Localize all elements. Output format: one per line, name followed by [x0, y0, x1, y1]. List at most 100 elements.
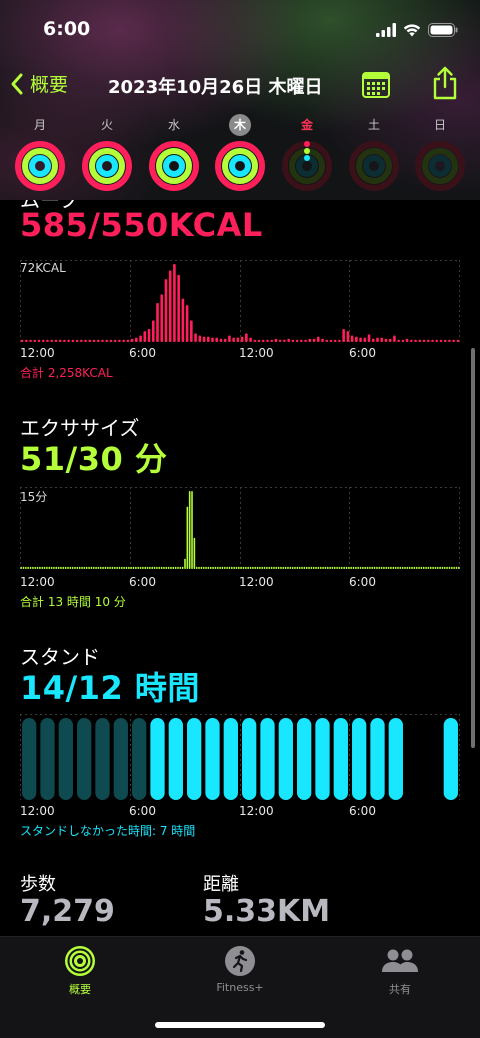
- chart-bar: [317, 566, 320, 569]
- x-tick: 12:00: [20, 804, 55, 818]
- steps-value: 7,279: [20, 894, 115, 929]
- day-sunday[interactable]: 日: [413, 114, 467, 192]
- chart-bar: [310, 566, 313, 569]
- tab-sharing[interactable]: 共有: [340, 945, 460, 997]
- chart-bar: [369, 566, 371, 569]
- activity-rings-icon: [349, 141, 399, 191]
- chart-bar: [300, 339, 303, 342]
- chart-bar: [121, 566, 123, 569]
- tab-summary[interactable]: 概要: [20, 945, 140, 997]
- day-label: 日: [433, 118, 446, 132]
- scrollbar[interactable]: [471, 348, 475, 748]
- chart-bar: [232, 337, 235, 342]
- chart-bar: [296, 566, 299, 569]
- chart-bar: [426, 339, 430, 342]
- chart-bar: [363, 337, 367, 342]
- exercise-value: 51/30 分: [20, 440, 168, 478]
- scroll-content[interactable]: ムーブ 585/550KCAL 72KCAL 12:00 6:00 12:00 …: [0, 200, 480, 936]
- day-wednesday[interactable]: 水: [147, 114, 201, 192]
- chart-bar: [216, 566, 219, 569]
- day-friday[interactable]: 金: [280, 114, 334, 192]
- stand-hour-bar: [187, 718, 202, 800]
- chart-bar: [282, 566, 285, 569]
- chart-bar: [451, 566, 453, 569]
- x-tick: 6:00: [129, 575, 156, 589]
- chart-bar: [362, 566, 364, 569]
- chart-bar: [321, 338, 324, 342]
- chart-bar: [432, 566, 434, 569]
- chart-bar: [144, 566, 147, 569]
- stand-hour-bar: [352, 718, 367, 800]
- chart-bar: [325, 339, 329, 342]
- chart-bar: [191, 491, 193, 569]
- chart-bar: [195, 566, 198, 569]
- chart-bar: [158, 566, 161, 569]
- chart-bar: [135, 337, 138, 342]
- calendar-button[interactable]: [362, 72, 390, 102]
- x-tick: 12:00: [20, 346, 55, 360]
- chart-bar: [448, 339, 451, 342]
- day-label: 水: [167, 118, 180, 132]
- chart-bar: [378, 566, 381, 569]
- tab-fitness-plus[interactable]: Fitness+: [180, 945, 300, 994]
- chart-bar: [439, 339, 443, 342]
- chart-bar: [261, 566, 264, 569]
- chart-bar: [74, 566, 76, 569]
- chart-bar: [118, 566, 121, 569]
- chart-bar: [352, 566, 355, 569]
- chevron-left-icon: [11, 73, 23, 94]
- home-indicator[interactable]: [155, 1022, 325, 1028]
- stand-hour-bar: [297, 718, 312, 800]
- chart-bar: [63, 339, 66, 342]
- chart-bar: [164, 279, 168, 342]
- chart-bar: [48, 566, 51, 569]
- chart-bar: [456, 339, 460, 342]
- chart-bar: [92, 339, 96, 342]
- activity-rings-icon: [15, 141, 65, 191]
- chart-bar: [118, 339, 121, 342]
- chart-bar: [291, 566, 294, 569]
- stand-hour-bar: [278, 718, 293, 800]
- chart-bar: [268, 566, 271, 569]
- chart-bar: [32, 566, 34, 569]
- share-button[interactable]: [432, 66, 458, 104]
- chart-bar: [259, 566, 261, 569]
- chart-bar: [245, 333, 248, 342]
- chart-bar: [156, 303, 159, 342]
- chart-bar: [303, 566, 306, 569]
- x-tick: 12:00: [239, 575, 274, 589]
- chart-bar: [170, 566, 172, 569]
- chart-bar: [256, 566, 259, 569]
- chart-bar: [390, 566, 392, 569]
- chart-bar: [76, 566, 79, 569]
- chart-bar: [123, 566, 125, 569]
- chart-bar: [219, 566, 221, 569]
- status-time: 6:00: [43, 18, 91, 40]
- chart-bar: [333, 339, 337, 342]
- chart-bar: [46, 566, 48, 569]
- chart-bar: [431, 339, 434, 342]
- day-thursday[interactable]: 木: [213, 114, 267, 192]
- chart-bar: [350, 335, 354, 342]
- chart-bar: [336, 566, 338, 569]
- chart-bar: [367, 334, 371, 342]
- day-tuesday[interactable]: 火: [80, 114, 134, 192]
- chart-bar: [414, 339, 417, 342]
- x-tick: 6:00: [349, 346, 376, 360]
- running-figure-icon: [225, 946, 255, 976]
- stand-hour-bar: [95, 718, 110, 800]
- chart-bar: [67, 566, 69, 569]
- chart-bar: [223, 566, 226, 569]
- chart-bar: [304, 339, 307, 342]
- activity-rings-icon: [282, 141, 332, 191]
- x-tick: 12:00: [239, 346, 274, 360]
- day-monday[interactable]: 月: [13, 114, 67, 192]
- stand-total: スタンドしなかった時間: 7 時間: [20, 824, 196, 838]
- chart-bar: [294, 566, 296, 569]
- chart-bar: [95, 566, 97, 569]
- back-button[interactable]: 概要: [10, 70, 68, 97]
- chart-bar: [319, 566, 322, 569]
- day-saturday[interactable]: 土: [347, 114, 401, 192]
- chart-bar: [160, 294, 164, 342]
- chart-bar: [36, 566, 39, 569]
